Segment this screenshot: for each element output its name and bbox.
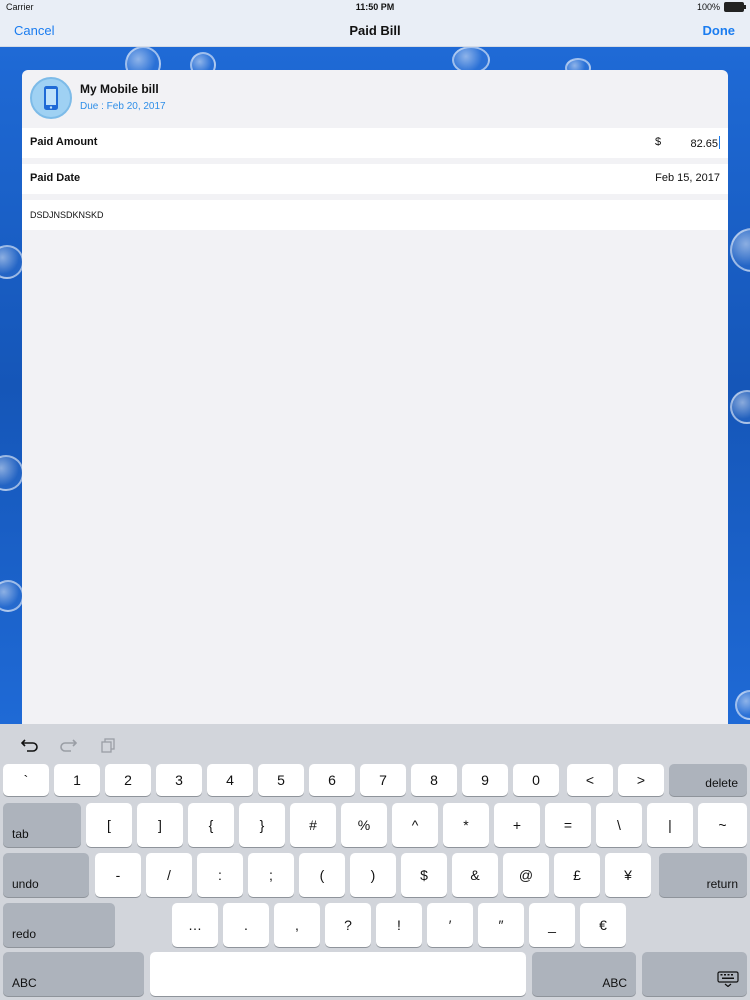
- key-less-than[interactable]: <: [567, 764, 613, 796]
- key-4[interactable]: 4: [207, 764, 253, 796]
- key-pound[interactable]: £: [554, 853, 600, 897]
- key-9[interactable]: 9: [462, 764, 508, 796]
- key-backslash[interactable]: \: [596, 803, 642, 847]
- paste-icon[interactable]: [98, 735, 118, 755]
- text-caret: [719, 136, 720, 149]
- bill-name: My Mobile bill: [80, 82, 159, 96]
- key-open-brace[interactable]: {: [188, 803, 234, 847]
- key-open-paren[interactable]: (: [299, 853, 345, 897]
- key-pipe[interactable]: |: [647, 803, 693, 847]
- key-comma[interactable]: ,: [274, 903, 320, 947]
- key-colon[interactable]: :: [197, 853, 243, 897]
- paid-date-label: Paid Date: [30, 172, 81, 184]
- paid-date-row[interactable]: Paid Date Feb 15, 2017: [22, 164, 728, 194]
- note-row[interactable]: DSDJNSDKNSKD: [22, 200, 728, 230]
- tab-key[interactable]: tab: [3, 803, 81, 847]
- paid-amount-input[interactable]: 82.65: [690, 136, 720, 150]
- key-underscore[interactable]: _: [529, 903, 575, 947]
- keyboard-dismiss-key[interactable]: [642, 952, 747, 996]
- key-hyphen[interactable]: -: [95, 853, 141, 897]
- key-double-prime[interactable]: ″: [478, 903, 524, 947]
- paid-bill-card: My Mobile bill Due : Feb 20, 2017 Paid A…: [22, 70, 728, 726]
- key-greater-than[interactable]: >: [618, 764, 664, 796]
- abc-key-right[interactable]: ABC: [532, 952, 636, 996]
- redo-key[interactable]: redo: [3, 903, 115, 947]
- status-bar: Carrier 11:50 PM 100%: [0, 0, 750, 16]
- key-euro[interactable]: €: [580, 903, 626, 947]
- key-period[interactable]: .: [223, 903, 269, 947]
- key-8[interactable]: 8: [411, 764, 457, 796]
- key-asterisk[interactable]: *: [443, 803, 489, 847]
- key-open-bracket[interactable]: [: [86, 803, 132, 847]
- space-bar[interactable]: [150, 952, 526, 996]
- key-slash[interactable]: /: [146, 853, 192, 897]
- key-caret[interactable]: ^: [392, 803, 438, 847]
- key-1[interactable]: 1: [54, 764, 100, 796]
- key-ellipsis[interactable]: …: [172, 903, 218, 947]
- mobile-phone-icon: [30, 77, 72, 119]
- battery-indicator: 100%: [696, 2, 746, 12]
- key-2[interactable]: 2: [105, 764, 151, 796]
- key-close-paren[interactable]: ): [350, 853, 396, 897]
- key-prime[interactable]: ′: [427, 903, 473, 947]
- key-5[interactable]: 5: [258, 764, 304, 796]
- note-field[interactable]: DSDJNSDKNSKD: [30, 210, 104, 220]
- key-tilde[interactable]: ~: [698, 803, 747, 847]
- return-key[interactable]: return: [659, 853, 747, 897]
- key-percent[interactable]: %: [341, 803, 387, 847]
- bill-header: My Mobile bill Due : Feb 20, 2017: [22, 70, 728, 124]
- paid-amount-label: Paid Amount: [30, 136, 98, 148]
- navigation-bar: Cancel Paid Bill Done: [0, 16, 750, 47]
- key-0[interactable]: 0: [513, 764, 559, 796]
- abc-key-left[interactable]: ABC: [3, 952, 144, 996]
- key-7[interactable]: 7: [360, 764, 406, 796]
- key-plus[interactable]: +: [494, 803, 540, 847]
- currency-symbol: $: [655, 136, 662, 148]
- undo-key[interactable]: undo: [3, 853, 89, 897]
- key-3[interactable]: 3: [156, 764, 202, 796]
- key-yen[interactable]: ¥: [605, 853, 651, 897]
- paid-date-value[interactable]: Feb 15, 2017: [655, 172, 720, 184]
- bill-due-date: Due : Feb 20, 2017: [80, 101, 166, 112]
- key-dollar[interactable]: $: [401, 853, 447, 897]
- undo-arrow-icon[interactable]: [20, 735, 40, 755]
- status-time: 11:50 PM: [355, 2, 395, 12]
- battery-icon: [724, 2, 746, 12]
- keyboard-toolbar: [0, 724, 750, 764]
- redo-arrow-icon[interactable]: [58, 735, 78, 755]
- paid-amount-value: 82.65: [690, 138, 718, 150]
- key-close-brace[interactable]: }: [239, 803, 285, 847]
- key-close-bracket[interactable]: ]: [137, 803, 183, 847]
- done-button[interactable]: Done: [703, 23, 736, 38]
- paid-amount-row[interactable]: Paid Amount $ 82.65: [22, 128, 728, 158]
- key-ampersand[interactable]: &: [452, 853, 498, 897]
- key-6[interactable]: 6: [309, 764, 355, 796]
- delete-key[interactable]: delete: [669, 764, 747, 796]
- key-hash[interactable]: #: [290, 803, 336, 847]
- key-backtick[interactable]: `: [3, 764, 49, 796]
- page-title: Paid Bill: [349, 23, 401, 38]
- key-exclamation[interactable]: !: [376, 903, 422, 947]
- key-question[interactable]: ?: [325, 903, 371, 947]
- on-screen-keyboard: ` 1 2 3 4 5 6 7 8 9 0 < > delete tab [ ]…: [0, 724, 750, 1000]
- key-equals[interactable]: =: [545, 803, 591, 847]
- battery-percent: 100%: [696, 2, 720, 12]
- keyboard-dismiss-icon: [717, 971, 739, 990]
- key-semicolon[interactable]: ;: [248, 853, 294, 897]
- key-at[interactable]: @: [503, 853, 549, 897]
